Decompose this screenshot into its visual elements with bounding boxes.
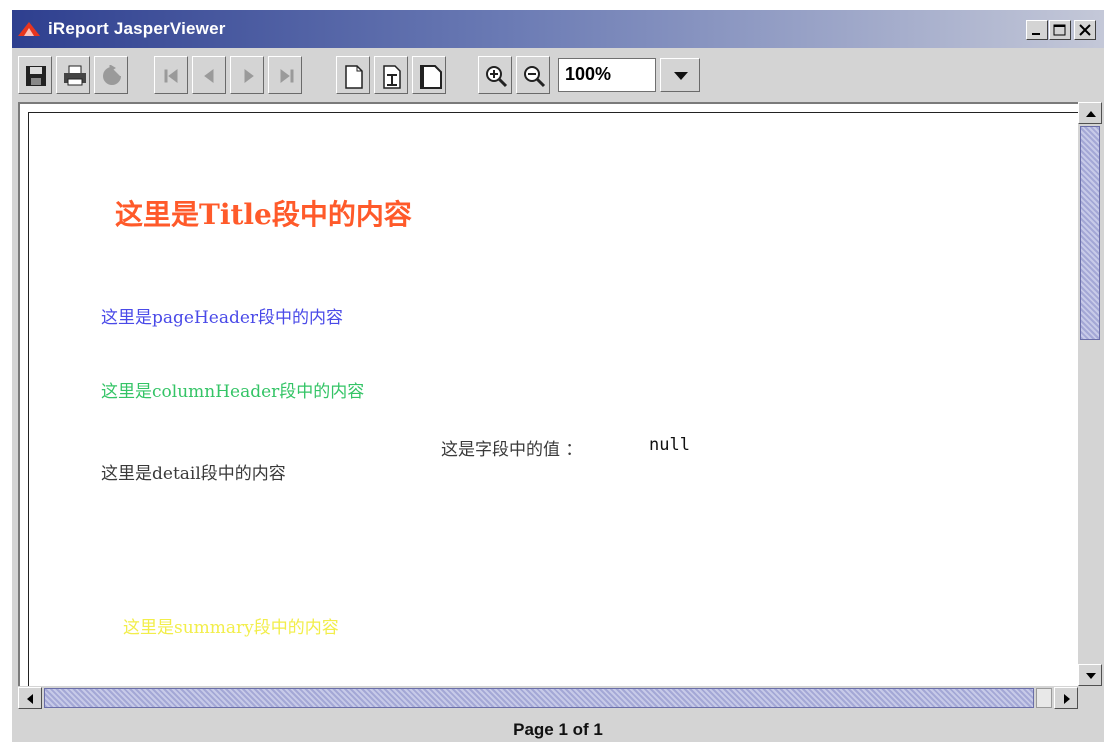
fit-page-icon — [383, 65, 401, 89]
actual-size-icon — [345, 65, 363, 89]
actual-size-button[interactable] — [336, 56, 370, 94]
app-icon — [18, 22, 40, 36]
scroll-up-button[interactable] — [1078, 102, 1102, 124]
field-label-text: 这是字段中的值 ： — [441, 440, 583, 460]
arrow-up-icon — [1086, 111, 1096, 117]
vertical-scroll-thumb[interactable] — [1080, 126, 1100, 340]
fit-width-icon — [420, 65, 442, 89]
window-title: iReport JasperViewer — [48, 19, 226, 38]
maximize-button[interactable] — [1049, 20, 1071, 40]
next-page-button[interactable] — [230, 56, 264, 94]
vertical-scrollbar[interactable] — [1078, 102, 1102, 686]
zoom-out-button[interactable] — [516, 56, 550, 94]
save-button[interactable] — [18, 56, 52, 94]
arrow-down-icon — [1086, 673, 1096, 679]
last-page-icon — [280, 69, 294, 83]
arrow-left-icon — [27, 694, 33, 704]
horizontal-scroll-thumb[interactable] — [44, 688, 1034, 708]
report-page: 这里是Title段中的内容 这里是pageHeader段中的内容 这里是colu… — [28, 112, 1078, 686]
minimize-button[interactable] — [1026, 20, 1048, 40]
fit-page-button[interactable] — [374, 56, 408, 94]
zoom-combo-input[interactable]: 100% — [558, 58, 656, 92]
previous-page-icon — [204, 69, 214, 83]
print-button[interactable] — [56, 56, 90, 94]
save-icon — [26, 66, 46, 86]
page-status-text: Page 1 of 1 — [513, 720, 603, 739]
jasper-viewer-window: iReport JasperViewer 100% 这里是Title段中的内容 … — [12, 10, 1104, 742]
title-bar[interactable]: iReport JasperViewer — [12, 10, 1104, 48]
zoom-dropdown-button[interactable] — [660, 58, 700, 92]
horizontal-scrollbar[interactable] — [18, 686, 1078, 710]
scroll-left-button[interactable] — [18, 687, 42, 709]
reload-icon — [103, 65, 121, 85]
arrow-right-icon — [1064, 694, 1070, 704]
toolbar: 100% — [12, 50, 1104, 102]
zoom-in-button[interactable] — [478, 56, 512, 94]
minimize-icon — [1032, 33, 1040, 35]
scroll-right-button[interactable] — [1054, 687, 1078, 709]
title-band-text: 这里是Title段中的内容 — [115, 198, 412, 231]
scroll-down-button[interactable] — [1078, 664, 1102, 686]
summary-band-text: 这里是summary段中的内容 — [123, 618, 339, 638]
reload-button[interactable] — [94, 56, 128, 94]
column-header-band-text: 这里是columnHeader段中的内容 — [101, 382, 365, 402]
maximize-icon — [1053, 24, 1066, 36]
next-page-icon — [244, 69, 254, 83]
zoom-out-icon — [524, 66, 546, 88]
detail-band-text: 这里是detail段中的内容 — [101, 464, 286, 484]
close-button[interactable] — [1074, 20, 1096, 40]
fit-width-button[interactable] — [412, 56, 446, 94]
horizontal-scroll-track[interactable] — [1036, 688, 1052, 708]
first-page-icon — [164, 69, 178, 83]
previous-page-button[interactable] — [192, 56, 226, 94]
report-viewport[interactable]: 这里是Title段中的内容 这里是pageHeader段中的内容 这里是colu… — [18, 102, 1078, 686]
zoom-in-icon — [486, 66, 508, 88]
print-icon — [64, 65, 86, 86]
dropdown-arrow-icon — [674, 72, 688, 80]
status-bar: Page 1 of 1 — [12, 714, 1104, 742]
page-header-band-text: 这里是pageHeader段中的内容 — [101, 308, 344, 328]
last-page-button[interactable] — [268, 56, 302, 94]
close-icon — [1079, 24, 1091, 36]
first-page-button[interactable] — [154, 56, 188, 94]
field-value-text: null — [649, 435, 690, 455]
